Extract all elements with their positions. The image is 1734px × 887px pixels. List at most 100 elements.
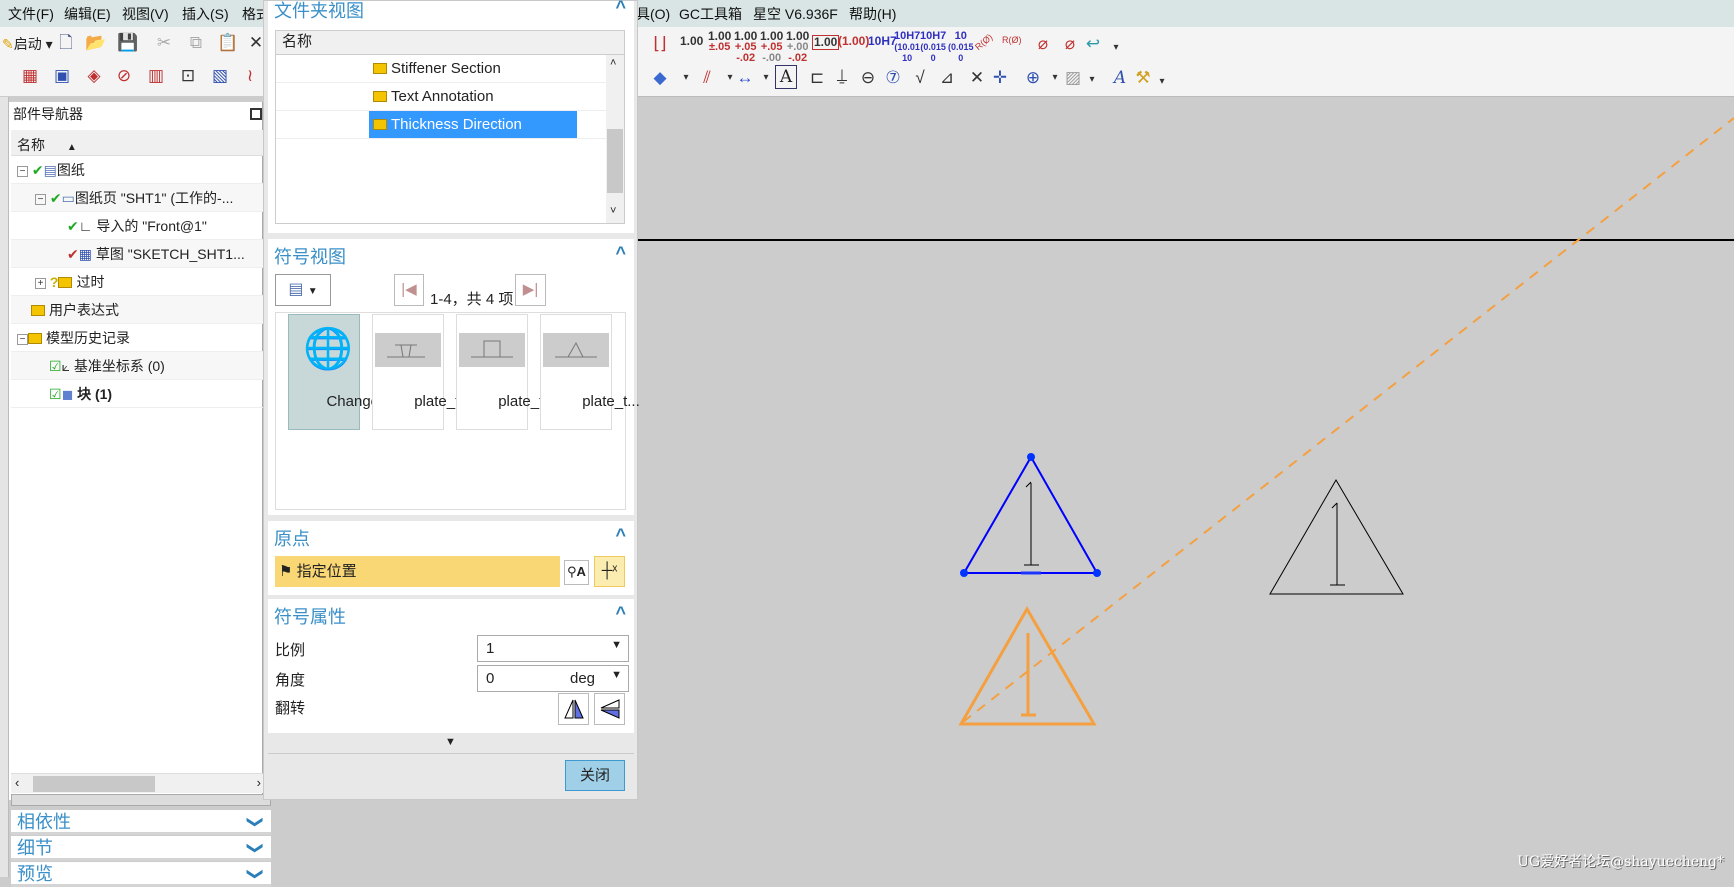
- angle-unit[interactable]: deg: [570, 670, 595, 687]
- flip-horizontal-button[interactable]: [558, 693, 589, 725]
- menu-view[interactable]: 视图(V): [122, 4, 169, 24]
- view-mode-dropdown[interactable]: ▤ ▼: [275, 274, 331, 306]
- tree-node-imported-view[interactable]: ✔∟ 导入的 "Front@1": [11, 212, 263, 240]
- left-resource-bar[interactable]: [0, 97, 9, 877]
- previous-page-button[interactable]: |◀: [394, 274, 424, 306]
- palette-item-plate-thickness-3[interactable]: plate_t...: [540, 314, 640, 430]
- tolerance-style-fit-limits[interactable]: 10H7 (10.01 10: [894, 31, 920, 64]
- save-icon[interactable]: 💾: [116, 32, 140, 54]
- feature-control-icon[interactable]: ◆: [648, 67, 672, 89]
- scroll-right-icon[interactable]: ›: [257, 775, 261, 790]
- selected-symbol[interactable]: [960, 453, 1101, 577]
- tree-node-drawing[interactable]: − ✔▤图纸: [11, 156, 263, 184]
- placed-symbol[interactable]: [1269, 479, 1404, 595]
- scroll-down-icon[interactable]: ˅: [610, 205, 616, 217]
- menu-help[interactable]: 帮助(H): [849, 4, 896, 24]
- expand-icon[interactable]: +: [35, 277, 46, 289]
- new-file-icon[interactable]: 🗋: [54, 32, 78, 54]
- tolerance-style-4[interactable]: 1.00 +.05 -.00: [760, 30, 783, 64]
- tolerance-style-3[interactable]: 1.00 +.05 -.02: [734, 30, 757, 64]
- text-style-icon[interactable]: A: [1108, 67, 1132, 89]
- angle-input[interactable]: 0 deg ▼: [477, 665, 629, 692]
- checkbox-icon[interactable]: ☑: [49, 386, 62, 402]
- menu-edit[interactable]: 编辑(E): [64, 4, 111, 24]
- next-page-button[interactable]: ▶|: [515, 274, 546, 306]
- folder-row[interactable]: Text Annotation: [276, 83, 606, 111]
- panel-splitter[interactable]: [11, 794, 271, 806]
- radius-leader-icon[interactable]: R(Ø): [1002, 35, 1022, 45]
- copy-icon[interactable]: ⧉: [184, 32, 208, 54]
- undo-arrow-icon[interactable]: ↩: [1081, 33, 1105, 55]
- tolerance-style-fit[interactable]: 10H7: [868, 35, 897, 47]
- chevron-up-icon[interactable]: ^: [615, 0, 626, 18]
- accordion-details[interactable]: 细节 ❯: [11, 836, 271, 861]
- folder-row[interactable]: Stiffener Section: [276, 55, 606, 83]
- more-options-icon[interactable]: ▼: [445, 736, 456, 748]
- tree-node-user-expressions[interactable]: 用户表达式: [11, 296, 263, 324]
- detail-view-icon[interactable]: ⊘: [112, 65, 136, 87]
- weld-symbol-icon[interactable]: ⊿: [935, 67, 959, 89]
- tree-node-datum-csys[interactable]: ☑⟀ 基准坐标系 (0): [11, 352, 263, 380]
- vertical-scrollbar[interactable]: ˄ ˅: [606, 55, 624, 223]
- zoom-symbol-icon[interactable]: ⊖: [856, 67, 880, 89]
- center-mark-icon[interactable]: ⊕: [1021, 67, 1045, 89]
- scrollbar-thumb[interactable]: [607, 129, 623, 193]
- menu-xingkong[interactable]: 星空 V6.936F: [753, 4, 838, 24]
- folder-row-selected[interactable]: Thickness Direction: [276, 111, 606, 139]
- tree-node-sheet[interactable]: − ✔▭图纸页 "SHT1" (工作的-...: [11, 184, 263, 212]
- hatch-icon[interactable]: ▧: [208, 65, 232, 87]
- cut-icon[interactable]: ✂: [152, 32, 176, 54]
- chevron-up-icon[interactable]: ^: [615, 603, 626, 624]
- datum-target-icon[interactable]: ⫽: [695, 67, 719, 89]
- tolerance-style-fit-tol[interactable]: 10H7 (0.015 0: [920, 31, 946, 64]
- tolerance-style-reference[interactable]: (1.00): [838, 35, 869, 47]
- broken-view-icon[interactable]: ≀: [238, 65, 262, 87]
- more-dropdown-icon[interactable]: ▾: [1104, 37, 1128, 59]
- flip-vertical-button[interactable]: [594, 693, 625, 725]
- palette-item-plate-thickness-2[interactable]: plate_t...: [456, 314, 556, 430]
- dimension-style-icon[interactable]: ⌊⌋: [648, 33, 672, 55]
- surface-finish-icon[interactable]: √: [908, 67, 932, 89]
- tree-node-block[interactable]: ☑◼ 块 (1): [11, 380, 263, 408]
- break-view-icon[interactable]: ▥: [144, 65, 168, 87]
- tolerance-style-basic[interactable]: 1.00: [812, 35, 840, 50]
- view-layout-icon[interactable]: ▦: [18, 65, 42, 87]
- tree-node-outdated[interactable]: + ? 过时: [11, 268, 263, 296]
- intersection-icon[interactable]: ✕: [965, 67, 989, 89]
- point-dialog-button[interactable]: ┼ˣ: [594, 556, 625, 587]
- diameter-icon[interactable]: ⌀: [1031, 33, 1055, 55]
- scroll-up-icon[interactable]: ˄: [610, 57, 616, 69]
- open-folder-icon[interactable]: 📂: [84, 32, 108, 54]
- tolerance-style-limit[interactable]: 10 (0.015 0: [948, 31, 974, 64]
- balloon-icon[interactable]: ⑦: [881, 67, 905, 89]
- datum-feature-icon[interactable]: ⍊: [830, 65, 854, 87]
- base-view-icon[interactable]: ▣: [50, 65, 74, 87]
- chevron-up-icon[interactable]: ^: [615, 525, 626, 546]
- paste-icon[interactable]: 📋: [216, 32, 240, 54]
- tree-node-sketch[interactable]: ✔▦ 草图 "SKETCH_SHT1...: [11, 240, 263, 268]
- tolerance-style-2[interactable]: 1.00 ±.05: [708, 30, 731, 53]
- scroll-left-icon[interactable]: ‹: [15, 775, 19, 790]
- collapse-icon[interactable]: −: [17, 333, 28, 345]
- start-menu-button[interactable]: ✎启动 ▾: [2, 34, 53, 54]
- center-mark-arc-icon[interactable]: ✛: [988, 67, 1012, 89]
- palette-item-plate-thickness-1[interactable]: plate_t...: [372, 314, 472, 430]
- section-view-icon[interactable]: ◈: [82, 65, 106, 87]
- maximize-icon[interactable]: [250, 108, 262, 120]
- radius-to-center-icon[interactable]: R(Ø): [973, 32, 994, 52]
- horizontal-scrollbar[interactable]: ‹ ›: [11, 773, 263, 793]
- tree-node-model-history[interactable]: − 模型历史记录: [11, 324, 263, 352]
- dropdown-icon[interactable]: ▾: [1150, 71, 1174, 93]
- specify-location-row[interactable]: ⚑ 指定位置: [275, 556, 560, 587]
- note-icon[interactable]: A: [775, 65, 797, 89]
- scrollbar-thumb[interactable]: [33, 776, 155, 792]
- diameter-through-icon[interactable]: ⌀: [1058, 33, 1082, 55]
- tolerance-style-5[interactable]: 1.00 +.00 -.02: [786, 30, 809, 64]
- scale-select[interactable]: 1 ▼: [477, 635, 629, 662]
- section-line-icon[interactable]: ⊡: [176, 65, 200, 87]
- menu-file[interactable]: 文件(F): [8, 4, 54, 24]
- leader-label-icon[interactable]: ⊏: [805, 67, 829, 89]
- collapse-icon[interactable]: −: [17, 165, 28, 177]
- dropdown-icon[interactable]: ▾: [1080, 69, 1104, 91]
- origin-tool-button[interactable]: ⚲A: [564, 560, 589, 585]
